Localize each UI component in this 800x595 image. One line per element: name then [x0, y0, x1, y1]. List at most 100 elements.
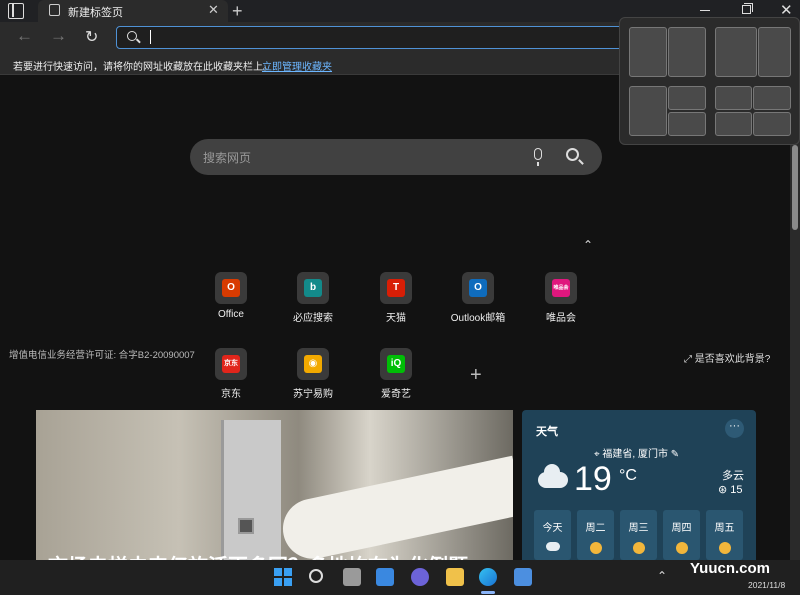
store-icon[interactable]	[514, 568, 532, 586]
jd-icon: 京东	[215, 348, 247, 380]
quick-link-suning[interactable]: ◉ 苏宁易购	[278, 348, 348, 400]
sun-icon	[718, 542, 731, 554]
snap-zone-top-right[interactable]	[668, 86, 706, 110]
new-tab-page-icon	[49, 4, 60, 16]
active-app-indicator	[481, 591, 495, 594]
tab-actions-icon[interactable]	[8, 3, 24, 19]
forward-button[interactable]: →	[50, 26, 67, 46]
license-text[interactable]: 增值电信业务经营许可证: 合字B2-20090007	[9, 347, 195, 361]
forecast-day-label: 今天	[542, 523, 563, 534]
tab-new-tab[interactable]: 新建标签页 ✕	[38, 0, 228, 22]
quick-link-label: 唯品会	[546, 313, 576, 324]
snap-zone-wide-left[interactable]	[715, 27, 757, 77]
quick-link-tmall[interactable]: T 天猫	[361, 272, 431, 324]
add-quick-link-button[interactable]: +	[470, 364, 482, 387]
snap-zone-half-right[interactable]	[668, 27, 706, 77]
office-icon: O	[215, 272, 247, 304]
tab-title: 新建标签页	[68, 7, 123, 19]
forecast-day[interactable]: 周二	[577, 510, 614, 560]
sun-icon	[632, 542, 645, 554]
start-button[interactable]	[274, 568, 292, 586]
chat-icon[interactable]	[411, 568, 429, 586]
favorites-bar-hint: 若要进行快速访问，请将你的网址收藏放在此收藏夹栏上。	[13, 62, 273, 73]
scrollbar-thumb[interactable]	[792, 145, 798, 230]
cloud-icon	[545, 542, 560, 551]
forecast-day[interactable]: 今天	[534, 510, 571, 560]
quick-link-jd[interactable]: 京东 京东	[196, 348, 266, 400]
elevator-button-panel	[238, 518, 254, 534]
refresh-button[interactable]: ↻	[85, 27, 98, 47]
back-button[interactable]: ←	[16, 26, 33, 46]
new-tab-button[interactable]: +	[232, 0, 243, 22]
address-bar[interactable]	[116, 26, 636, 49]
show-hidden-icons-button[interactable]: ⌃	[657, 569, 667, 583]
quick-link-label: Office	[218, 309, 244, 320]
tmall-icon: T	[380, 272, 412, 304]
microphone-icon[interactable]	[534, 148, 542, 166]
sun-icon	[675, 542, 688, 554]
manage-favorites-link[interactable]: 立即管理收藏夹	[262, 58, 332, 73]
snap-zone-bottom-right[interactable]	[668, 112, 706, 136]
weather-card[interactable]: 天气 ··· ⌖ 福建省, 厦门市 ✎ 19 °C 多云 ⊛ 15 今天 周二 …	[522, 410, 756, 560]
task-view-icon[interactable]	[343, 568, 361, 586]
air-quality-index: ⊛ 15	[718, 484, 743, 496]
restore-button[interactable]	[742, 3, 753, 14]
bing-icon: b	[297, 272, 329, 304]
collapse-links-icon[interactable]: ⌃	[583, 238, 593, 252]
news-headline[interactable]: 市场电梯未来亿施活更多同？多地均在为化例题	[48, 550, 468, 560]
quick-link-label: Outlook邮箱	[450, 313, 506, 324]
quick-link-label: 京东	[221, 389, 241, 400]
quick-link-vip[interactable]: 唯品会 唯品会	[526, 272, 596, 324]
watermark: Yuucn.com	[690, 560, 771, 577]
sun-icon	[589, 542, 602, 554]
news-hero-card[interactable]: 市场电梯未来亿施活更多同？多地均在为化例题	[36, 410, 513, 560]
partly-cloudy-icon	[538, 464, 568, 488]
more-options-button[interactable]: ···	[725, 419, 744, 438]
snap-zone-quad-bottom-left[interactable]	[715, 112, 752, 136]
taskbar-date[interactable]: 2021/11/8	[748, 580, 785, 590]
quick-link-label: 天猫	[386, 313, 406, 324]
iqiyi-icon: iQ	[380, 348, 412, 380]
quick-link-label: 苏宁易购	[293, 389, 333, 400]
snap-zone-half-left[interactable]	[629, 27, 667, 77]
widgets-icon[interactable]	[376, 568, 394, 586]
edge-icon[interactable]	[479, 568, 497, 586]
quick-link-iqiyi[interactable]: iQ 爱奇艺	[361, 348, 431, 400]
forecast-day[interactable]: 周三	[620, 510, 657, 560]
weather-condition: 多云	[722, 470, 744, 482]
search-icon[interactable]	[566, 148, 579, 161]
quick-link-outlook[interactable]: O Outlook邮箱	[443, 272, 513, 324]
minimize-button[interactable]	[700, 10, 710, 11]
snap-zone-quad-top-left[interactable]	[715, 86, 752, 110]
new-tab-page: 搜索网页 ⌃ O Office b 必应搜索 T 天猫 O Outlook邮箱 …	[0, 76, 790, 560]
pointing-arm	[277, 455, 513, 560]
weather-location[interactable]: ⌖ 福建省, 厦门市 ✎	[594, 445, 679, 460]
background-feedback-link[interactable]: ⤢ 是否喜欢此背景?	[684, 350, 770, 365]
temperature-unit[interactable]: °C	[619, 467, 637, 485]
suning-icon: ◉	[297, 348, 329, 380]
file-explorer-icon[interactable]	[446, 568, 464, 586]
snap-zone-narrow-right[interactable]	[758, 27, 791, 77]
elevator-door	[221, 420, 281, 560]
forecast-day[interactable]: 周五	[706, 510, 743, 560]
snap-layouts-flyout	[619, 17, 800, 145]
forecast-day-label: 周五	[714, 523, 735, 534]
forecast-day-label: 周四	[671, 523, 692, 534]
quick-link-office[interactable]: O Office	[196, 272, 266, 320]
snap-zone-quad-top-right[interactable]	[753, 86, 791, 110]
web-search-box[interactable]: 搜索网页	[190, 139, 602, 175]
taskbar: ⌃	[0, 560, 800, 595]
tab-close-icon[interactable]: ✕	[208, 2, 219, 18]
forecast-day[interactable]: 周四	[663, 510, 700, 560]
quick-link-label: 爱奇艺	[381, 389, 411, 400]
vip-icon: 唯品会	[545, 272, 577, 304]
snap-zone-quad-bottom-right[interactable]	[753, 112, 791, 136]
forecast-day-label: 周二	[585, 523, 606, 534]
outlook-icon: O	[462, 272, 494, 304]
quick-link-bing[interactable]: b 必应搜索	[278, 272, 348, 324]
weather-title: 天气	[536, 426, 558, 438]
current-temperature: 19	[574, 460, 612, 498]
forecast-day-label: 周三	[628, 523, 649, 534]
taskbar-search-icon[interactable]	[309, 569, 323, 583]
snap-zone-left-column[interactable]	[629, 86, 667, 136]
